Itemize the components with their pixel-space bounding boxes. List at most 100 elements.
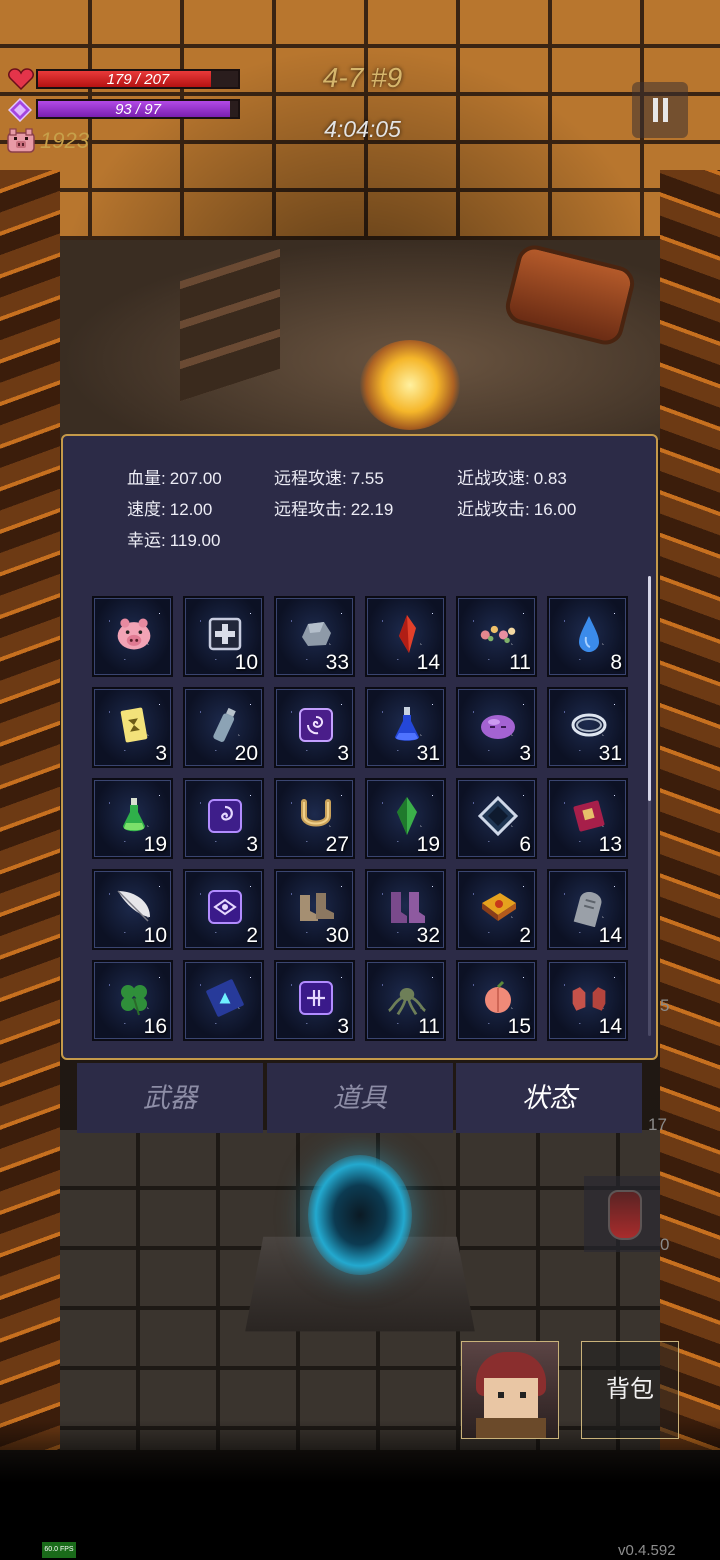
- avatar-eye: [498, 1392, 504, 1398]
- brazier-fire: [360, 340, 460, 430]
- pause-button[interactable]: [632, 82, 688, 138]
- stat-melee-speed-label: 近战攻速:: [457, 469, 530, 488]
- avatar-face: [484, 1378, 538, 1418]
- pause-icon: [663, 98, 668, 122]
- item-slot[interactable]: 2: [183, 869, 264, 950]
- stone-icon: [296, 614, 336, 654]
- item-slot[interactable]: 3: [456, 687, 537, 768]
- avatar-eye: [520, 1392, 526, 1398]
- left-lava-wall: [0, 170, 60, 1450]
- stat-melee-speed-value: 0.83: [533, 469, 567, 488]
- tab-weapons[interactable]: 武器: [77, 1063, 263, 1133]
- stat-ranged-attack-label: 远程攻击:: [274, 500, 347, 519]
- item-slot[interactable]: 20: [183, 687, 264, 768]
- leather-boots-icon: [296, 887, 336, 927]
- stat-speed-value: 12.00: [169, 500, 213, 519]
- stat-ranged-speed-label: 远程攻速:: [274, 469, 347, 488]
- stat-melee-attack: 近战攻击: 16.00: [457, 495, 576, 520]
- tab-status[interactable]: 状态: [456, 1063, 642, 1133]
- right-lava-wall: [660, 170, 720, 1450]
- item-slot[interactable]: 10: [92, 869, 173, 950]
- coin-count: 1923: [40, 128, 89, 153]
- item-slot[interactable]: 3: [92, 687, 173, 768]
- item-count: 6: [519, 833, 531, 856]
- item-slot[interactable]: 14: [365, 596, 446, 677]
- item-count: 8: [610, 651, 622, 674]
- item-slot[interactable]: 31: [365, 687, 446, 768]
- item-count: 31: [416, 742, 440, 765]
- red-gloves-icon: [569, 978, 609, 1018]
- portal[interactable]: [308, 1155, 412, 1275]
- item-slot[interactable]: 32: [365, 869, 446, 950]
- side-count-a: 5: [660, 996, 670, 1015]
- item-slot[interactable]: 11: [456, 596, 537, 677]
- purple-cross-rune-icon: [296, 978, 336, 1018]
- red-spellbook-icon: [569, 796, 609, 836]
- scrollbar[interactable]: [648, 576, 651, 1036]
- item-count: 14: [598, 924, 622, 947]
- item-slot[interactable]: 15: [456, 960, 537, 1041]
- game-timer: 4:04:05: [324, 116, 401, 142]
- item-slot[interactable]: 14: [547, 869, 628, 950]
- item-slot[interactable]: 2: [456, 869, 537, 950]
- item-slot[interactable]: 19: [365, 778, 446, 859]
- side-count-b: 17: [648, 1115, 667, 1134]
- item-slot[interactable]: 31: [547, 687, 628, 768]
- stat-luck-value: 119.00: [169, 531, 221, 550]
- water-drop-icon: [569, 614, 609, 654]
- item-slot[interactable]: 14: [547, 960, 628, 1041]
- item-count: 14: [598, 1015, 622, 1038]
- item-count: 31: [598, 742, 622, 765]
- item-count: 2: [246, 924, 258, 947]
- item-slot[interactable]: 30: [274, 869, 355, 950]
- item-slot[interactable]: 11: [365, 960, 446, 1041]
- item-slot[interactable]: 6: [456, 778, 537, 859]
- item-slot[interactable]: 8: [547, 596, 628, 677]
- item-count: 15: [507, 1015, 531, 1038]
- green-tentacle-icon: [387, 978, 427, 1018]
- item-count: 20: [234, 742, 258, 765]
- bottom-shadow: [0, 1420, 720, 1560]
- item-count: 19: [416, 833, 440, 856]
- item-slot[interactable]: 13: [547, 778, 628, 859]
- item-count: 3: [337, 1015, 349, 1038]
- bag-button[interactable]: 背包: [581, 1341, 679, 1439]
- item-grid[interactable]: 10 33 14 11 8 3 20 3 31 3 31 19 3 27 19 6 13 10 2 30 32 2 14 16…: [92, 596, 638, 1042]
- item-count: 3: [337, 742, 349, 765]
- item-slot[interactable]: 33: [274, 596, 355, 677]
- item-slot[interactable]: 3: [183, 778, 264, 859]
- level-indicator: 4-7 #9: [322, 62, 403, 93]
- item-slot[interactable]: 19: [92, 778, 173, 859]
- pig-icon: [7, 128, 35, 153]
- hp-text: 179 / 207: [106, 71, 170, 88]
- item-count: 10: [143, 924, 167, 947]
- item-slot[interactable]: 10: [183, 596, 264, 677]
- item-slot[interactable]: 16: [92, 960, 173, 1041]
- green-crystal-icon: [387, 796, 427, 836]
- item-slot[interactable]: 3: [274, 687, 355, 768]
- character-avatar[interactable]: [461, 1341, 559, 1439]
- horseshoe-icon: [296, 796, 336, 836]
- stat-ranged-attack-value: 22.19: [350, 500, 394, 519]
- item-slot[interactable]: 3: [274, 960, 355, 1041]
- item-count: 10: [234, 651, 258, 674]
- item-slot[interactable]: 27: [274, 778, 355, 859]
- item-slot[interactable]: [92, 596, 173, 677]
- scrollbar-thumb[interactable]: [648, 576, 651, 801]
- peach-icon: [478, 978, 518, 1018]
- item-count: 2: [519, 924, 531, 947]
- avatar-body: [476, 1418, 546, 1438]
- item-slot[interactable]: [183, 960, 264, 1041]
- stat-luck-label: 幸运:: [127, 531, 166, 550]
- gem-icon: [8, 98, 32, 122]
- item-count: 13: [598, 833, 622, 856]
- item-count: 3: [519, 742, 531, 765]
- tombstone-icon: [569, 887, 609, 927]
- tab-items[interactable]: 道具: [267, 1063, 453, 1133]
- pause-icon: [653, 98, 658, 122]
- four-leaf-clover-icon: [114, 978, 154, 1018]
- potion-slot[interactable]: [584, 1176, 660, 1252]
- green-potion-icon: [114, 796, 154, 836]
- item-count: 19: [143, 833, 167, 856]
- blue-triangle-book-icon: [205, 978, 245, 1018]
